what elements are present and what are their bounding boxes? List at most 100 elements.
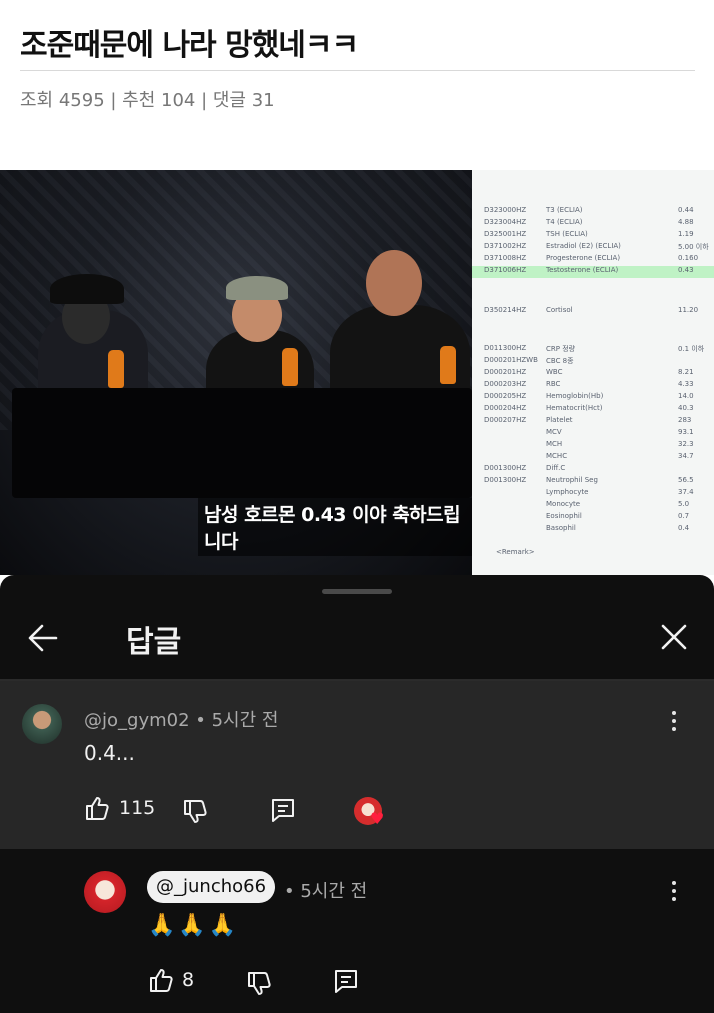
bottle-3 [440,346,456,384]
lab-name: Monocyte [546,500,581,508]
lab-row: Lymphocyte 37.4 [472,488,714,500]
lab-name: Progesterone (ECLIA) [546,254,621,262]
close-icon[interactable] [658,621,690,653]
person-right-head [366,250,422,316]
reply-icon[interactable] [333,968,359,994]
lab-code: D000205HZ [484,392,527,400]
lab-name: T3 (ECLIA) [546,206,583,214]
more-options-icon[interactable] [671,711,677,735]
lab-name: Eosinophil [546,512,582,520]
back-arrow-icon[interactable] [26,621,60,655]
lab-row: D011300HZ CRP 정량 0.1 이하 [472,344,714,356]
like-icon[interactable] [148,967,174,993]
lab-name: Estradiol (E2) (ECLIA) [546,242,621,250]
lab-name: MCH [546,440,563,448]
lab-value: 283 [678,416,692,424]
lab-row: D371008HZ Progesterone (ECLIA) 0.160 [472,254,714,266]
drag-handle[interactable] [322,589,392,594]
highlighted-comment: @jo_gym02 • 5시간 전 0.4... 115 ♥ [0,681,714,849]
reply-comment: @_juncho66 • 5시간 전 🙏🙏🙏 8 [0,849,714,1013]
lab-row: D323004HZ T4 (ECLIA) 4.88 [472,218,714,230]
lab-row: D001300HZ Diff.C [472,464,714,476]
comment-author[interactable]: @jo_gym02 • 5시간 전 [84,706,278,732]
lab-value: 5.0 [678,500,690,508]
lab-code: D001300HZ [484,464,527,472]
lab-code: D000201HZ [484,368,527,376]
lab-value: 40.3 [678,404,694,412]
lab-row: D000201HZWB CBC 8종 [472,356,714,368]
lab-row: D000207HZ Platelet 283 [472,416,714,428]
lab-row: Basophil 0.4 [472,524,714,536]
lab-name: Hematocrit(Hct) [546,404,603,412]
lab-name: Testosterone (ECLIA) [546,266,619,274]
lab-value: 4.33 [678,380,694,388]
lab-row: D323000HZ T3 (ECLIA) 0.44 [472,206,714,218]
title-divider [20,70,695,71]
bottle-1 [108,350,124,388]
lab-row: D000205HZ Hemoglobin(Hb) 14.0 [472,392,714,404]
lab-row: D350214HZ Cortisol 11.20 [472,306,714,318]
like-count: 8 [182,969,195,991]
lab-value: 93.1 [678,428,694,436]
lab-value: 0.44 [678,206,694,214]
lab-value: 0.43 [678,266,694,274]
comment-text: 0.4... [84,741,135,765]
reply-icon[interactable] [270,797,296,823]
creator-author-chip[interactable]: @_juncho66 [147,871,276,903]
stage-scene: 남성 호르몬 0.43 이야 축하드립니다 [0,170,472,575]
avatar[interactable] [22,704,62,744]
lab-name: CRP 정량 [546,345,576,353]
lab-name: CBC 8종 [546,357,574,365]
person-middle-cap [226,276,288,300]
lab-code: D371006HZ [484,266,527,274]
lab-name: Lymphocyte [546,488,589,496]
dislike-icon[interactable] [182,799,208,825]
like-icon[interactable] [84,795,110,821]
lab-row: D000201HZ WBC 8.21 [472,368,714,380]
comment-text: 🙏🙏🙏 [148,913,240,938]
lab-code: D000203HZ [484,380,527,388]
like-count: 115 [119,797,156,819]
lab-code: D371002HZ [484,242,527,250]
lab-code: D000201HZWB [484,356,538,364]
lab-value: 8.21 [678,368,694,376]
video-frame: 남성 호르몬 0.43 이야 축하드립니다 <Remark> D323000HZ… [0,170,714,575]
lab-name: Cortisol [546,306,573,314]
creator-heart-icon: ♥ [354,795,388,829]
lab-row: Eosinophil 0.7 [472,512,714,524]
lab-name: TSH (ECLIA) [546,230,588,238]
lab-row: MCH 32.3 [472,440,714,452]
lab-row: D000204HZ Hematocrit(Hct) 40.3 [472,404,714,416]
lab-value: 32.3 [678,440,694,448]
lab-value: 11.20 [678,306,699,314]
lab-remark: <Remark> [496,548,535,556]
dislike-icon[interactable] [246,971,272,997]
lab-name: MCV [546,428,562,436]
post-meta: 조회 4595 | 추천 104 | 댓글 31 [20,90,275,111]
lab-row: D325001HZ TSH (ECLIA) 1.19 [472,230,714,242]
lab-name: Hemoglobin(Hb) [546,392,604,400]
lab-code: D323004HZ [484,218,527,226]
lab-code: D000207HZ [484,416,527,424]
lab-name: Basophil [546,524,576,532]
video-subtitle: 남성 호르몬 0.43 이야 축하드립니다 [198,498,472,556]
lab-name: RBC [546,380,561,388]
replies-panel: 답글 @jo_gym02 • 5시간 전 0.4... 115 ♥ @_junc… [0,575,714,1013]
more-options-icon[interactable] [671,881,677,905]
lab-name: MCHC [546,452,568,460]
heart-icon: ♥ [370,809,385,828]
lab-value: 14.0 [678,392,694,400]
post-header: 조준때문에 나라 망했네ㅋㅋ 조회 4595 | 추천 104 | 댓글 31 [0,0,714,170]
stage-table [12,388,472,498]
lab-code: D350214HZ [484,306,527,314]
avatar[interactable] [84,871,126,913]
lab-name: Platelet [546,416,573,424]
lab-row: MCHC 34.7 [472,452,714,464]
lab-name: T4 (ECLIA) [546,218,583,226]
lab-results-sheet: <Remark> D323000HZ T3 (ECLIA) 0.44 D323004H… [472,170,714,575]
lab-value: 0.160 [678,254,699,262]
lab-row: Monocyte 5.0 [472,500,714,512]
person-left-hat [50,274,124,304]
lab-code: D001300HZ [484,476,527,484]
lab-row: D000203HZ RBC 4.33 [472,380,714,392]
